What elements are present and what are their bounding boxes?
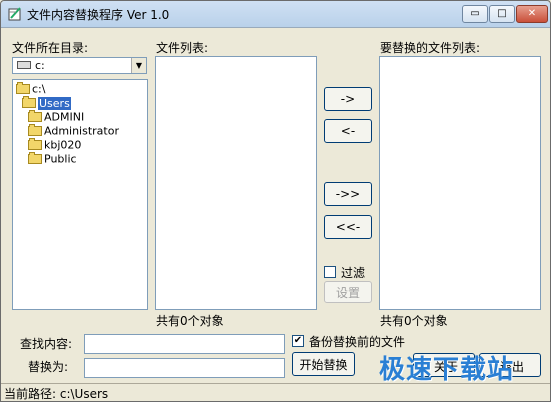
folder-icon (16, 82, 30, 94)
app-icon (8, 7, 21, 21)
tree-item-label: Public (44, 152, 77, 166)
replace-input[interactable] (84, 358, 285, 378)
drive-select[interactable]: c: ▼ (12, 57, 147, 74)
minimize-button[interactable]: ▭ (462, 5, 488, 23)
status-path: 当前路径: c:\Users (4, 387, 109, 401)
tree-item-label: kbj020 (44, 138, 82, 152)
folder-icon (28, 124, 42, 136)
add-all-button[interactable]: ->> (324, 182, 372, 206)
minimize-icon: ▭ (470, 8, 480, 19)
file-list-count: 共有0个对象 (156, 314, 224, 328)
title-bar[interactable]: 文件内容替换程序 Ver 1.0 ▭ □ ✕ (1, 1, 550, 28)
drive-value: c: (35, 59, 45, 72)
folder-open-icon (22, 96, 36, 108)
close-icon: ✕ (527, 8, 537, 19)
directory-label: 文件所在目录: (12, 41, 89, 55)
watermark-text: 极速下载站 (379, 355, 515, 385)
remove-all-button[interactable]: <<- (324, 215, 372, 239)
target-file-list[interactable] (379, 56, 541, 310)
window-title: 文件内容替换程序 Ver 1.0 (27, 8, 170, 22)
tree-item-administrator[interactable]: Administrator (28, 124, 119, 138)
maximize-icon: □ (497, 8, 507, 19)
filter-label: 过滤 (341, 266, 366, 280)
app-window: 文件内容替换程序 Ver 1.0 ▭ □ ✕ 文件所在目录: c: ▼ c:\ … (0, 0, 551, 402)
maximize-button[interactable]: □ (489, 5, 515, 23)
tree-item-root[interactable]: c:\ (16, 82, 45, 96)
remove-file-button[interactable]: <- (324, 119, 372, 143)
folder-icon (28, 152, 42, 164)
directory-tree[interactable]: c:\ Users ADMINI Administrator kbj020 Pu… (12, 79, 148, 310)
start-replace-button[interactable]: 开始替换 (292, 352, 355, 376)
tree-item-kbj020[interactable]: kbj020 (28, 138, 81, 152)
target-list-label: 要替换的文件列表: (380, 41, 481, 55)
check-icon: ✔ (293, 335, 303, 346)
file-list-label: 文件列表: (156, 41, 209, 55)
close-button[interactable]: ✕ (516, 5, 548, 23)
tree-item-public[interactable]: Public (28, 152, 77, 166)
chevron-down-icon[interactable]: ▼ (131, 58, 146, 73)
tree-item-label: c:\ (32, 82, 46, 96)
folder-icon (28, 138, 42, 150)
status-bar: 当前路径: c:\Users (1, 383, 550, 402)
tree-item-admini[interactable]: ADMINI (28, 110, 84, 124)
backup-label: 备份替换前的文件 (309, 335, 406, 349)
target-list-count: 共有0个对象 (380, 314, 448, 328)
tree-item-label: Administrator (44, 124, 119, 138)
folder-icon (28, 110, 42, 122)
find-input[interactable] (84, 334, 285, 354)
find-label: 查找内容: (20, 337, 73, 351)
tree-item-label: Users (38, 96, 71, 110)
tree-item-label: ADMINI (44, 110, 85, 124)
tree-item-users[interactable]: Users (22, 96, 71, 110)
settings-button[interactable]: 设置 (324, 281, 372, 303)
add-file-button[interactable]: -> (324, 87, 372, 111)
backup-checkbox[interactable]: ✔ (292, 335, 304, 347)
drive-icon (17, 61, 31, 69)
replace-label: 替换为: (28, 360, 69, 374)
filter-checkbox[interactable] (324, 266, 336, 278)
file-list[interactable] (155, 56, 317, 310)
